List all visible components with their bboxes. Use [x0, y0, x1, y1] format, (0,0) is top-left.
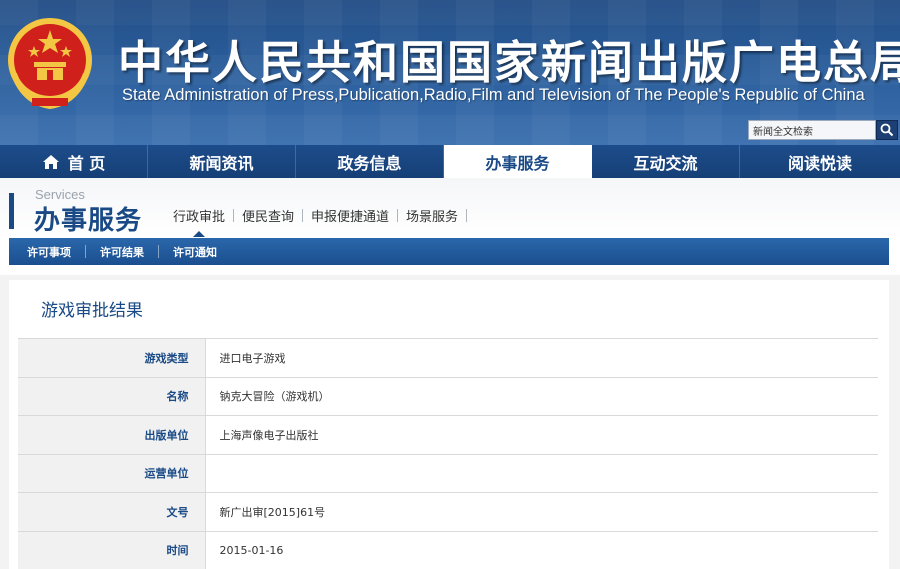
nav-item-home[interactable]: 首 页 [0, 145, 148, 178]
row-value: 上海声像电子出版社 [205, 415, 878, 455]
tab-license-items[interactable]: 许可事项 [13, 244, 85, 260]
subnav-divider [233, 209, 235, 222]
table-row: 出版单位 上海声像电子出版社 [18, 415, 878, 455]
nav-item-label: 互动交流 [633, 153, 698, 173]
nav-item-label: 政务信息 [337, 153, 402, 173]
home-icon [42, 154, 59, 169]
row-label: 游戏类型 [18, 338, 206, 378]
row-label: 出版单位 [18, 415, 206, 455]
nav-item-reading[interactable]: 阅读悦读 [740, 145, 900, 178]
row-label: 运营单位 [18, 453, 206, 493]
search-icon [880, 123, 894, 137]
table-row: 游戏类型 进口电子游戏 [18, 338, 878, 378]
row-value: 新广出审[2015]61号 [205, 492, 878, 532]
site-title-cn: 中华人民共和国国家新闻出版广电总局 [118, 36, 900, 89]
subnav-item-public-query[interactable]: 便民查询 [235, 206, 301, 225]
section-subnav: 行政审批 便民查询 申报便捷通道 场景服务 [166, 206, 468, 237]
tab-license-results[interactable]: 许可结果 [86, 244, 158, 260]
search-input[interactable] [748, 120, 876, 140]
nav-item-label: 阅读悦读 [787, 153, 852, 173]
nav-item-government-info[interactable]: 政务信息 [296, 145, 444, 178]
site-title-en: State Administration of Press,Publicatio… [122, 86, 865, 104]
tab-license-notices[interactable]: 许可通知 [159, 244, 231, 260]
search-box [748, 120, 898, 140]
subnav-divider [302, 209, 304, 222]
section-bracket [9, 193, 14, 229]
section-title-cn: 办事服务 [34, 206, 143, 236]
row-value: 钠克大冒险（游戏机） [205, 376, 878, 416]
approval-details-table: 游戏类型 进口电子游戏 名称 钠克大冒险（游戏机） 出版单位 上海声像电子出版社… [18, 338, 878, 569]
row-value: 进口电子游戏 [205, 338, 878, 378]
nav-item-label: 办事服务 [485, 153, 550, 173]
national-emblem-icon [8, 18, 92, 110]
subnav-item-scene-service[interactable]: 场景服务 [399, 206, 465, 225]
search-button[interactable] [876, 120, 898, 140]
row-label: 名称 [18, 376, 206, 416]
table-row: 时间 2015-01-16 [18, 530, 878, 569]
subnav-item-fast-channel[interactable]: 申报便捷通道 [304, 206, 396, 225]
main-nav: 首 页 新闻资讯 政务信息 办事服务 互动交流 阅读悦读 [0, 145, 900, 178]
table-row: 运营单位 [18, 453, 878, 493]
page-title: 游戏审批结果 [41, 301, 143, 321]
table-row: 文号 新广出审[2015]61号 [18, 492, 878, 532]
tab-bar: 许可事项 许可结果 许可通知 [9, 238, 889, 265]
row-label: 时间 [18, 530, 206, 569]
table-row: 名称 钠克大冒险（游戏机） [18, 376, 878, 416]
nav-item-label: 首 页 [67, 153, 106, 173]
row-value: 2015-01-16 [205, 530, 878, 569]
nav-item-interaction[interactable]: 互动交流 [592, 145, 740, 178]
row-label: 文号 [18, 492, 206, 532]
subnav-divider [397, 209, 399, 222]
subnav-item-admin-approval[interactable]: 行政审批 [166, 206, 232, 237]
nav-item-label: 新闻资讯 [189, 153, 254, 173]
nav-item-news[interactable]: 新闻资讯 [148, 145, 296, 178]
row-value [205, 453, 878, 493]
subnav-divider [466, 209, 468, 222]
nav-item-services[interactable]: 办事服务 [444, 145, 592, 178]
